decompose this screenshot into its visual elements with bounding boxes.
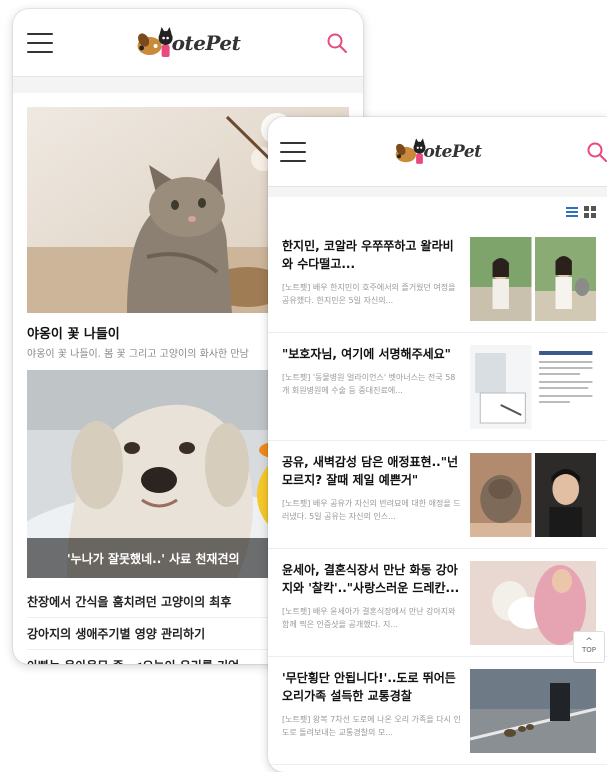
dog-cat-logo-mark (137, 26, 173, 57)
menu-hamburger-icon[interactable] (280, 141, 306, 162)
top-button-label: TOP (581, 646, 596, 654)
scroll-top-button[interactable]: ^ TOP (573, 631, 605, 663)
article-thumbnail[interactable] (470, 669, 596, 753)
dog-cat-logo-mark (395, 137, 425, 164)
article-item[interactable]: '무단횡단 안됩니다!'..도로 뛰어든 오리가족 설득한 교통경찰 [노트펫]… (268, 657, 607, 765)
article-title[interactable]: '무단횡단 안됩니다!'..도로 뛰어든 오리가족 설득한 교통경찰 (282, 669, 462, 705)
article-title[interactable]: 공유, 새벽감성 담은 애정표현.."넌 모르지? 잘때 제일 예쁜거" (282, 453, 462, 489)
logo-wordmark: otePet (171, 30, 241, 55)
article-item[interactable]: 공유, 새벽감성 담은 애정표현.."넌 모르지? 잘때 제일 예쁜거" [노트… (268, 441, 607, 549)
article-excerpt: [노트펫] 배우 한지민이 호주에서의 즐거웠던 여정을 공유했다. 한지민은 … (282, 283, 456, 305)
grid-view-icon[interactable] (583, 205, 597, 219)
article-item[interactable]: 한지민, 코알라 우쭈쭈하고 왈라비와 수다떨고... [노트펫] 배우 한지민… (268, 225, 607, 333)
search-icon[interactable] (325, 31, 349, 55)
front-phone-screen: otePet 한지민, 코알라 우쭈쭈하고 왈라비와 수다떨고... [노트펫]… (268, 117, 607, 772)
app-header: otePet (268, 117, 607, 187)
list-view-icon[interactable] (565, 205, 579, 219)
app-header: otePet (13, 9, 363, 77)
article-thumbnail[interactable] (470, 345, 596, 429)
article-excerpt: [노트펫] 왕복 7차선 도로에 나온 오리 가족을 다시 인도로 돌려보내는 … (282, 715, 461, 737)
menu-hamburger-icon[interactable] (27, 32, 53, 53)
article-excerpt: [노트펫] 배우 공유가 자신의 반려묘에 대한 애정을 드러냈다. 5일 공유… (282, 499, 461, 521)
article-title[interactable]: 윤세아, 결혼식장서 만난 화동 강아지와 '찰칵'.."사랑스러운 드레칸..… (282, 561, 462, 597)
search-icon[interactable] (585, 140, 607, 164)
article-thumbnail[interactable] (470, 237, 596, 321)
article-item[interactable]: "보호자님, 여기에 서명해주세요" [노트펫] '동물병원 얼라이언스' 벳아… (268, 333, 607, 441)
article-excerpt: [노트펫] '동물병원 얼라이언스' 벳아너스는 전국 58개 회원병원에 수술… (282, 373, 456, 395)
article-item[interactable]: 윤세아, 결혼식장서 만난 화동 강아지와 '찰칵'.."사랑스러운 드레칸..… (268, 549, 607, 657)
article-title[interactable]: "보호자님, 여기에 서명해주세요" (282, 345, 462, 363)
article-excerpt: [노트펫] 배우 윤세아가 결혼식장에서 만난 강아지와 함께 찍은 인증샷을 … (282, 607, 456, 629)
notepet-logo[interactable]: otePet (136, 26, 241, 60)
article-list: 한지민, 코알라 우쭈쭈하고 왈라비와 수다떨고... [노트펫] 배우 한지민… (268, 225, 607, 765)
header-divider (13, 77, 363, 93)
header-divider (268, 187, 607, 197)
logo-wordmark: otePet (423, 141, 482, 162)
article-title[interactable]: 한지민, 코알라 우쭈쭈하고 왈라비와 수다떨고... (282, 237, 462, 273)
view-toggle (268, 197, 607, 225)
chevron-up-icon: ^ (585, 637, 593, 647)
notepet-logo[interactable]: otePet (393, 137, 482, 167)
mockup-stage: otePet 야옹이 꽃 나들이 야옹이 꽃 나들이. 봄 꽃 그리고 고양이의… (0, 0, 607, 772)
article-thumbnail[interactable] (470, 453, 596, 537)
